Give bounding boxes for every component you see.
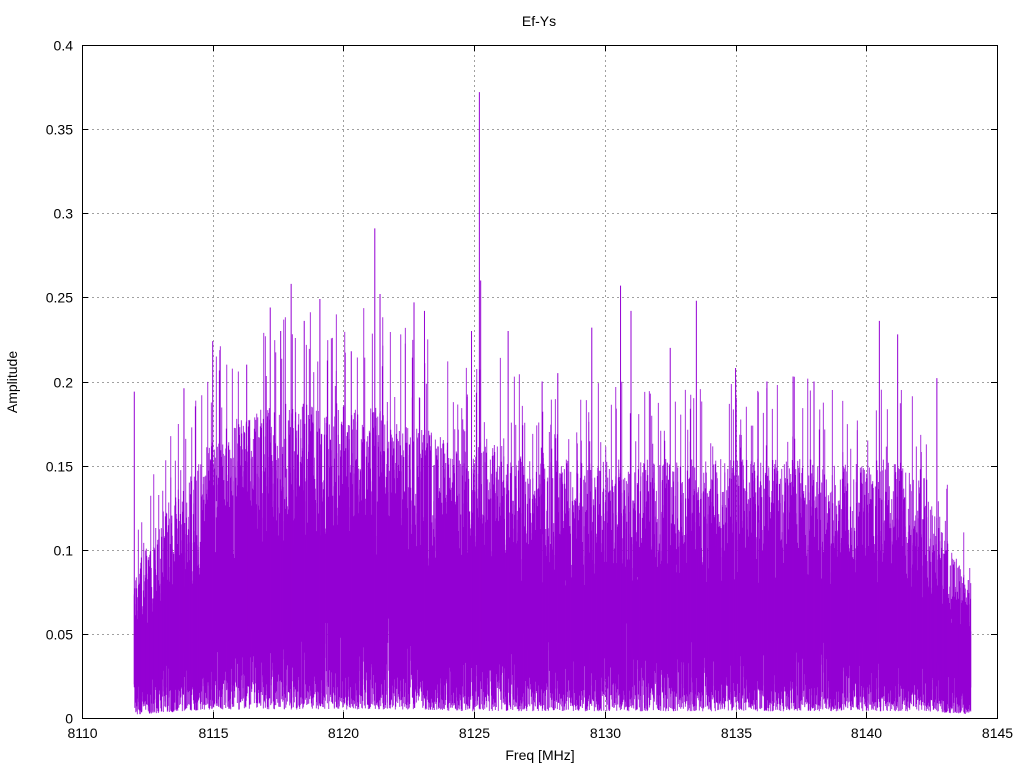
x-axis-label: Freq [MHz] bbox=[505, 747, 574, 763]
x-tick-label: 8130 bbox=[590, 725, 621, 741]
x-tick-label: 8125 bbox=[459, 725, 490, 741]
y-tick-label: 0.2 bbox=[54, 375, 74, 391]
y-tick-label: 0.1 bbox=[54, 543, 74, 559]
y-tick-label: 0.15 bbox=[46, 459, 73, 475]
y-tick-label: 0.05 bbox=[46, 627, 73, 643]
y-tick-label: 0.25 bbox=[46, 290, 73, 306]
x-tick-label: 8140 bbox=[851, 725, 882, 741]
x-tick-label: 8135 bbox=[721, 725, 752, 741]
series-ef-ys bbox=[133, 92, 972, 715]
x-tick-label: 8120 bbox=[328, 725, 359, 741]
y-tick-label: 0.3 bbox=[54, 206, 74, 222]
x-tick-label: 8115 bbox=[198, 725, 228, 741]
x-tick-label: 8110 bbox=[67, 725, 97, 741]
chart-title: Ef-Ys bbox=[522, 13, 556, 29]
y-tick-label: 0.35 bbox=[46, 122, 73, 138]
chart: 8110 8115 8120 8125 8130 8135 8140 8145 0 0.05 0.1… bbox=[4, 13, 1013, 763]
y-tick-label: 0.4 bbox=[54, 38, 74, 54]
x-tick-label: 8145 bbox=[982, 725, 1013, 741]
y-axis-label: Amplitude bbox=[4, 351, 20, 413]
y-tick-label: 0 bbox=[65, 711, 73, 727]
